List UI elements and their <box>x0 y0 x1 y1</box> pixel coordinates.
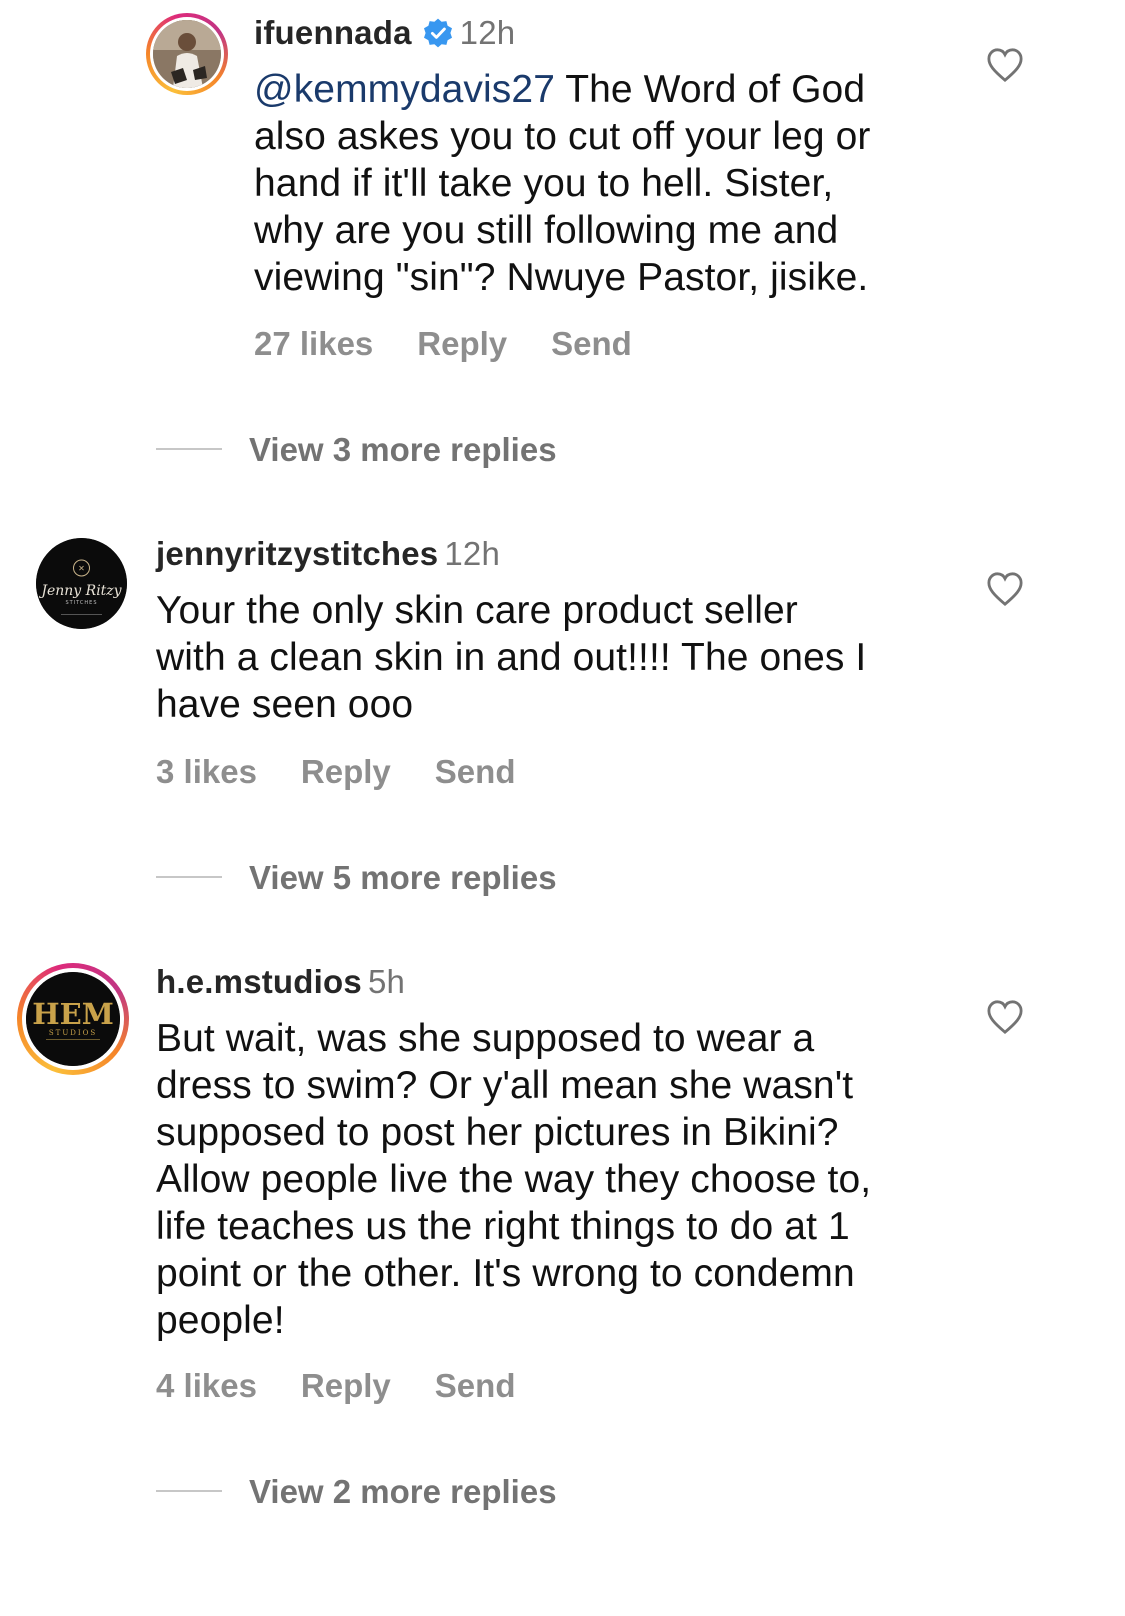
comment-time: 12h <box>459 14 516 51</box>
jenny-ritzy-logo-icon: ✕ Jenny Ritzy STITCHES <box>36 538 127 629</box>
like-heart-icon[interactable] <box>986 47 1024 83</box>
avatar[interactable]: HEM STUDIOS <box>26 972 120 1066</box>
replies-divider <box>156 448 222 450</box>
like-heart-icon[interactable] <box>986 999 1024 1035</box>
mention-link[interactable]: @kemmydavis27 <box>254 68 555 111</box>
username[interactable]: ifuennada <box>254 14 412 51</box>
likes-count[interactable]: 4 likes <box>156 1367 257 1404</box>
reply-button[interactable]: Reply <box>301 753 391 790</box>
view-more-replies-button[interactable]: View 5 more replies <box>249 859 557 897</box>
send-button[interactable]: Send <box>435 753 516 790</box>
svg-text:HEM: HEM <box>32 997 114 1031</box>
svg-text:✕: ✕ <box>78 564 85 573</box>
reply-button[interactable]: Reply <box>301 1367 391 1404</box>
likes-count[interactable]: 3 likes <box>156 753 257 790</box>
comment-time: 12h <box>444 535 501 572</box>
send-button[interactable]: Send <box>435 1367 516 1404</box>
comment-text: But wait, was she supposed to wear a dre… <box>156 1015 956 1344</box>
username[interactable]: h.e.mstudios <box>156 963 362 1000</box>
comment-actions: 4 likes Reply Send <box>156 1367 559 1405</box>
comment-body: But wait, was she supposed to wear a dre… <box>156 1017 872 1342</box>
send-button[interactable]: Send <box>551 325 632 362</box>
person-photo-icon <box>153 20 221 88</box>
view-more-replies-button[interactable]: View 2 more replies <box>249 1473 557 1511</box>
replies-divider <box>156 1490 222 1492</box>
verified-badge-icon <box>423 18 452 48</box>
view-more-replies-button[interactable]: View 3 more replies <box>249 431 557 469</box>
like-heart-icon[interactable] <box>986 571 1024 607</box>
svg-text:Jenny Ritzy: Jenny Ritzy <box>38 583 122 599</box>
likes-count[interactable]: 27 likes <box>254 325 373 362</box>
avatar[interactable] <box>153 20 221 88</box>
replies-divider <box>156 876 222 878</box>
comment-actions: 3 likes Reply Send <box>156 753 559 791</box>
reply-button[interactable]: Reply <box>417 325 507 362</box>
story-ring[interactable] <box>146 13 228 95</box>
comment-text: Your the only skin care product seller w… <box>156 587 956 728</box>
username[interactable]: jennyritzystitches <box>156 535 438 572</box>
comment-text: @kemmydavis27 The Word of God also askes… <box>254 66 1054 301</box>
comment-body: Your the only skin care product seller w… <box>156 589 867 726</box>
avatar[interactable]: ✕ Jenny Ritzy STITCHES <box>36 538 127 629</box>
story-ring[interactable]: HEM STUDIOS <box>17 963 129 1075</box>
comment-actions: 27 likes Reply Send <box>254 325 676 363</box>
comment-time: 5h <box>367 963 406 1000</box>
svg-text:STUDIOS: STUDIOS <box>49 1029 97 1037</box>
svg-text:STITCHES: STITCHES <box>65 600 97 606</box>
hem-studios-logo-icon: HEM STUDIOS <box>26 972 120 1066</box>
